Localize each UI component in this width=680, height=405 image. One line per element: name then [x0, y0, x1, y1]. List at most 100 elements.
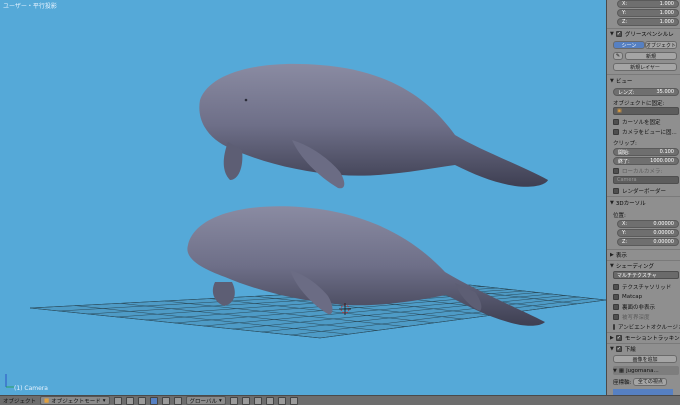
clip-label: クリップ:	[613, 140, 637, 147]
camera-field[interactable]: Camera	[613, 176, 679, 184]
x-value: 1.000	[659, 1, 674, 7]
cursor-z-value: 0.00000	[653, 239, 674, 245]
checkbox[interactable]	[613, 167, 619, 174]
ambient-occlusion-label: アンビエントオクルージョン	[618, 324, 680, 331]
lock-cursor-label: カーソルを固定	[622, 119, 661, 126]
image-preview-strip	[613, 387, 679, 395]
render-border-label: レンダーボーダー	[622, 188, 667, 195]
y-value: 1.000	[659, 10, 674, 16]
y-field[interactable]: Y: 1.000	[617, 9, 679, 17]
scale-icon[interactable]	[173, 396, 182, 405]
pivot-icon[interactable]	[125, 396, 134, 405]
viewport-scene	[5, 63, 606, 388]
chevron-right-icon: ▶	[610, 334, 614, 341]
panel-header-shading[interactable]: ▼ シェーディング	[610, 261, 679, 270]
camera-field-value: Camera	[617, 177, 637, 183]
backface-culling-checkbox[interactable]: 裏面の非表示	[613, 302, 679, 311]
z-field[interactable]: Z: 1.000	[617, 18, 679, 26]
cursor-x-label: X:	[622, 221, 628, 227]
checkbox-background-images[interactable]: ✓	[615, 345, 622, 352]
new-button[interactable]: 新規	[625, 52, 677, 60]
lock-cursor-checkbox[interactable]: カーソルを固定	[613, 117, 679, 126]
checkbox[interactable]	[613, 128, 619, 135]
panel-header-view[interactable]: ▼ ビュー	[610, 76, 679, 85]
clip-end-value: 1000.000	[650, 158, 674, 164]
magnet-icon[interactable]	[277, 396, 286, 405]
backface-culling-label: 裏面の非表示	[622, 304, 656, 311]
orientation-select[interactable]: グローバル ▾	[185, 396, 226, 405]
display-header-label: 表示	[615, 252, 627, 259]
checkbox[interactable]	[613, 323, 615, 330]
object-menu[interactable]: オブジェクト	[3, 397, 36, 405]
panel-header-display[interactable]: ▶ 表示	[610, 250, 679, 259]
checkbox-motion-tracking[interactable]: ✓	[615, 334, 622, 341]
shading-sphere-icon[interactable]	[113, 396, 122, 405]
lock-icon[interactable]	[253, 396, 262, 405]
pencil-icon[interactable]: ✎	[613, 52, 623, 60]
local-camera-text: ローカルカメラ:	[622, 168, 663, 175]
axis-select[interactable]: 全ての視点	[633, 377, 668, 386]
ambient-occlusion-checkbox[interactable]: アンビエントオクルージョン	[613, 322, 680, 331]
scene-button[interactable]: シーン	[613, 41, 645, 49]
cursor-x-field[interactable]: X: 0.00000	[617, 220, 679, 228]
chevron-down-icon: ▾	[218, 397, 222, 404]
checkbox[interactable]	[613, 283, 619, 290]
layer-icon[interactable]	[241, 396, 250, 405]
background-images-header-label: 下絵	[624, 346, 636, 353]
textured-solid-checkbox[interactable]: テクスチャソリッド	[613, 282, 679, 291]
shading-header-label: シェーディング	[615, 263, 654, 270]
background-image-entry[interactable]: ▼ ▦ jugomana...	[613, 366, 679, 375]
cursor-z-field[interactable]: Z: 0.00000	[617, 238, 679, 246]
panel-header-3d-cursor[interactable]: ▼ 3Dカーソル	[610, 198, 679, 207]
checkbox[interactable]	[613, 293, 619, 300]
object-icon: ▣	[617, 108, 622, 114]
snap-icon[interactable]	[265, 396, 274, 405]
checkbox[interactable]	[613, 187, 619, 194]
object-button[interactable]: オブジェクト	[645, 41, 677, 49]
lock-object-field[interactable]: ▣	[613, 107, 679, 115]
cursor-x-value: 0.00000	[653, 221, 674, 227]
orientation-label: グローバル	[189, 398, 217, 405]
cursor-y-field[interactable]: Y: 0.00000	[617, 229, 679, 237]
rotate-icon[interactable]	[161, 396, 170, 405]
panel-header-grease-pencil[interactable]: ▼ ✓ グリースペンシルレ	[610, 29, 679, 38]
render-icon[interactable]	[289, 396, 298, 405]
divider	[607, 74, 680, 75]
translate-icon[interactable]	[149, 396, 158, 405]
new-button-label: 新規	[645, 53, 656, 60]
checkbox[interactable]	[613, 118, 619, 125]
mode-select[interactable]: ■ オブジェクトモード ▾	[40, 396, 110, 405]
clip-start-field[interactable]: 開始: 0.100	[613, 148, 679, 156]
clip-start-value: 0.100	[659, 149, 674, 155]
shading-mode-select[interactable]: マルチテクスチャ	[613, 271, 679, 279]
chevron-down-icon: ▼	[610, 345, 614, 352]
render-border-checkbox[interactable]: レンダーボーダー	[613, 186, 679, 195]
y-label: Y:	[622, 10, 627, 16]
layer-icon[interactable]	[229, 396, 238, 405]
lock-camera-checkbox[interactable]: カメラをビューに固...	[613, 127, 679, 136]
x-label: X:	[622, 1, 628, 7]
new-layer-button[interactable]: 新規レイヤー	[613, 63, 677, 71]
3d-viewport[interactable]: ユーザー・平行投影 (1) Camera	[0, 0, 606, 395]
lens-field[interactable]: レンズ: 35.000	[613, 88, 679, 96]
chevron-down-icon: ▼	[610, 30, 614, 37]
checkbox-grease-pencil[interactable]: ✓	[615, 30, 622, 37]
chevron-down-icon: ▼	[613, 367, 617, 374]
clip-end-label: 終了:	[618, 158, 630, 165]
depth-of-field-checkbox[interactable]: 被写界深度	[613, 312, 679, 321]
add-image-button[interactable]: 画像を追加	[613, 355, 677, 363]
manipulator-icon[interactable]	[137, 396, 146, 405]
panel-header-background-images[interactable]: ▼ ✓ 下絵	[610, 344, 679, 353]
checkbox[interactable]	[613, 303, 619, 310]
chevron-down-icon: ▼	[610, 199, 614, 206]
panel-header-motion-tracking[interactable]: ▶ ✓ モーショントラッキング	[610, 333, 680, 342]
clip-end-field[interactable]: 終了: 1000.000	[613, 157, 679, 165]
image-icon: ▦	[618, 367, 625, 374]
chevron-down-icon: ▾	[102, 397, 106, 404]
z-label: Z:	[622, 19, 628, 25]
properties-sidebar: X: 1.000 Y: 1.000 Z: 1.000 ▼ ✓ グリースペンシルレ シーン …	[606, 0, 680, 395]
cursor-header-label: 3Dカーソル	[615, 200, 646, 207]
x-field[interactable]: X: 1.000	[617, 0, 679, 8]
checkbox[interactable]	[613, 313, 619, 320]
matcap-checkbox[interactable]: Matcap	[613, 292, 679, 301]
